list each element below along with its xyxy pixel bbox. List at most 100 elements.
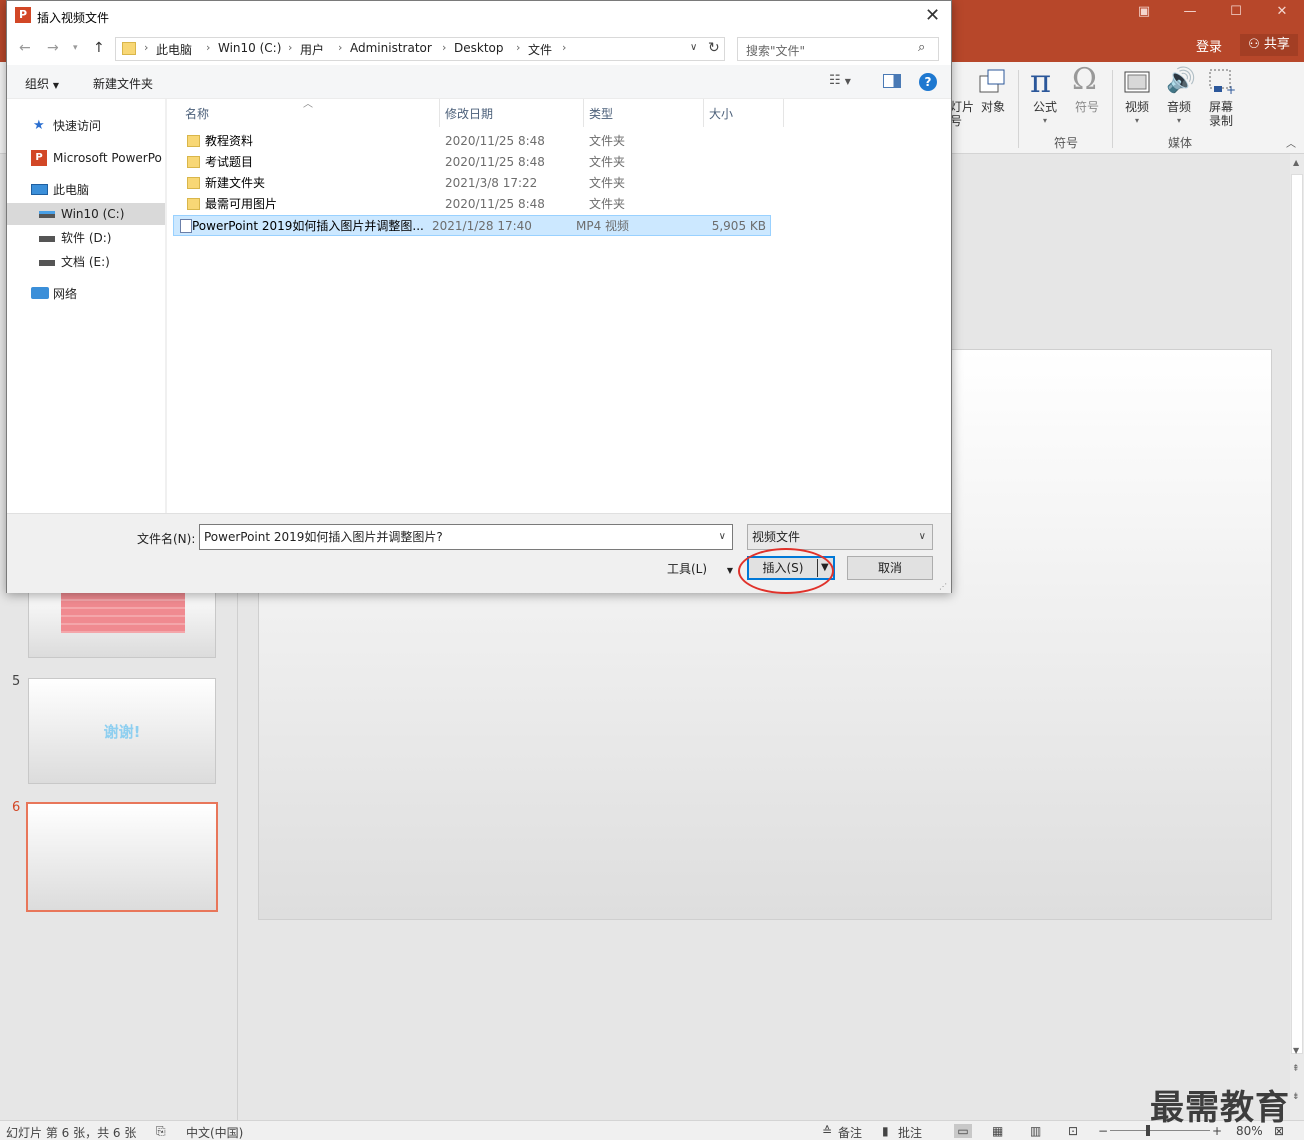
zoom-out-icon[interactable]: −: [1098, 1124, 1108, 1138]
search-icon[interactable]: ⌕: [918, 40, 925, 55]
folder-icon: [187, 198, 200, 210]
column-divider[interactable]: [583, 99, 584, 127]
column-header-name[interactable]: 名称: [185, 105, 209, 122]
breadcrumb-this-pc[interactable]: 此电脑: [156, 41, 192, 58]
notes-button[interactable]: 备注: [838, 1124, 862, 1140]
organize-label: 组织: [25, 77, 50, 91]
tools-menu-button[interactable]: 工具(L) ▼: [667, 560, 733, 577]
ribbon-display-options-icon[interactable]: ▣: [1124, 4, 1164, 19]
search-input[interactable]: 搜索"文件": [746, 42, 805, 59]
equation-button[interactable]: 公式: [1028, 100, 1062, 114]
scrollbar-thumb[interactable]: [1291, 174, 1303, 1054]
login-link[interactable]: 登录: [1196, 36, 1222, 55]
dialog-title: 插入视频文件: [37, 11, 110, 25]
zoom-slider[interactable]: [1110, 1130, 1210, 1131]
filename-input[interactable]: PowerPoint 2019如何插入图片并调整图片? ∨: [199, 524, 733, 550]
file-row-folder[interactable]: 考试题目 2020/11/25 8:48 文件夹: [181, 152, 779, 173]
slideshow-icon[interactable]: ⊡: [1068, 1124, 1078, 1138]
cancel-button[interactable]: 取消: [847, 556, 933, 580]
file-row-folder[interactable]: 最需可用图片 2020/11/25 8:48 文件夹: [181, 194, 779, 215]
column-divider[interactable]: [703, 99, 704, 127]
share-button[interactable]: ⚇ 共享: [1240, 34, 1298, 56]
search-box[interactable]: 搜索"文件" ⌕: [737, 37, 939, 61]
organize-button[interactable]: 组织 ▼: [25, 75, 59, 92]
scroll-down-icon[interactable]: ▼: [1293, 1046, 1299, 1055]
folder-icon: [187, 177, 200, 189]
column-divider[interactable]: [439, 99, 440, 127]
svg-text:+: +: [1226, 83, 1236, 96]
nav-item-drive-d[interactable]: 软件 (D:): [7, 227, 165, 249]
breadcrumb-separator-icon: ›: [442, 41, 447, 54]
slide-number-button[interactable]: 灯片 号: [950, 100, 974, 128]
file-row-folder[interactable]: 教程资料 2020/11/25 8:48 文件夹: [181, 131, 779, 152]
new-folder-button[interactable]: 新建文件夹: [93, 75, 153, 92]
filetype-select[interactable]: 视频文件 ∨: [747, 524, 933, 550]
nav-item-quick-access[interactable]: ★ 快速访问: [7, 115, 165, 137]
breadcrumb-files[interactable]: 文件: [528, 41, 552, 58]
breadcrumb-desktop[interactable]: Desktop: [454, 41, 504, 55]
normal-view-icon[interactable]: ▭: [954, 1124, 972, 1138]
close-icon[interactable]: ✕: [925, 5, 940, 26]
spellcheck-icon[interactable]: ⎘: [156, 1124, 166, 1139]
breadcrumb-users[interactable]: 用户: [300, 41, 324, 58]
resize-grip-icon[interactable]: ⋰: [939, 582, 947, 591]
breadcrumb-drive-c[interactable]: Win10 (C:): [218, 41, 281, 55]
column-header-date[interactable]: 修改日期: [445, 105, 493, 122]
language-status[interactable]: 中文(中国): [186, 1124, 243, 1140]
close-window-icon[interactable]: ✕: [1262, 4, 1302, 19]
nav-item-powerpoint[interactable]: P Microsoft PowerPo: [7, 147, 165, 169]
filename-dropdown-icon[interactable]: ∨: [719, 525, 726, 549]
symbol-button[interactable]: 符号: [1070, 100, 1104, 114]
breadcrumb-separator-icon: ›: [288, 41, 293, 54]
object-button[interactable]: 对象: [976, 100, 1010, 114]
omega-symbol-icon: Ω: [1072, 62, 1097, 97]
column-header-type[interactable]: 类型: [589, 105, 613, 122]
preview-pane-icon[interactable]: [883, 74, 901, 88]
slide-sorter-icon[interactable]: ▦: [992, 1124, 1003, 1138]
vertical-scrollbar[interactable]: ▲ ▼ ⇞ ⇟: [1290, 154, 1304, 1120]
file-name: PowerPoint 2019如何插入图片并调整图...: [192, 219, 424, 233]
folder-icon: [122, 42, 136, 55]
screen-recording-button[interactable]: 屏幕 录制: [1204, 100, 1238, 128]
comments-button[interactable]: 批注: [898, 1124, 922, 1140]
file-row-folder[interactable]: 新建文件夹 2021/3/8 17:22 文件夹: [181, 173, 779, 194]
maximize-icon[interactable]: ☐: [1216, 4, 1256, 19]
breadcrumb-administrator[interactable]: Administrator: [350, 41, 432, 55]
back-arrow-icon[interactable]: ←: [19, 40, 31, 56]
file-type: 文件夹: [589, 134, 626, 148]
slide-thumbnail-6-selected[interactable]: [26, 802, 218, 912]
nav-item-this-pc[interactable]: 此电脑: [7, 179, 165, 201]
reading-view-icon[interactable]: ▥: [1030, 1124, 1041, 1138]
slide-thank-you-text: 谢谢!: [103, 723, 141, 741]
nav-label: 软件 (D:): [61, 231, 112, 245]
address-dropdown-icon[interactable]: ∨: [690, 42, 697, 53]
audio-button[interactable]: 音频: [1162, 100, 1196, 114]
folder-icon: [187, 156, 200, 168]
slide-thumbnail-5[interactable]: 谢谢!: [28, 678, 216, 784]
nav-item-drive-e[interactable]: 文档 (E:): [7, 251, 165, 273]
file-type: 文件夹: [589, 155, 626, 169]
video-button[interactable]: 视频: [1120, 100, 1154, 114]
next-slide-icon[interactable]: ⇟: [1292, 1092, 1300, 1102]
view-options-icon[interactable]: ☷ ▼: [829, 73, 851, 88]
column-divider[interactable]: [783, 99, 784, 127]
address-bar[interactable]: › 此电脑 › Win10 (C:) › 用户 › Administrator …: [115, 37, 725, 61]
collapse-ribbon-icon[interactable]: ︿: [1284, 138, 1298, 152]
help-icon[interactable]: ?: [919, 73, 937, 91]
file-list: ︿ 名称 修改日期 类型 大小 教程资料 2020/11/25 8:48 文件夹…: [167, 99, 951, 513]
column-header-size[interactable]: 大小: [709, 105, 733, 122]
up-arrow-icon[interactable]: ↑: [93, 40, 105, 56]
nav-item-network[interactable]: 网络: [7, 283, 165, 305]
file-row-video-selected[interactable]: PowerPoint 2019如何插入图片并调整图... 2021/1/28 1…: [173, 215, 771, 236]
refresh-icon[interactable]: ↻: [708, 40, 720, 56]
insert-video-dialog: P 插入视频文件 ✕ ← → ▾ ↑ › 此电脑 › Win10 (C:) › …: [6, 0, 952, 593]
filetype-value: 视频文件: [752, 530, 801, 544]
previous-slide-icon[interactable]: ⇞: [1292, 1064, 1300, 1074]
nav-item-drive-c[interactable]: Win10 (C:): [7, 203, 165, 225]
recent-locations-chevron-icon[interactable]: ▾: [73, 43, 78, 53]
slide-thumbnail-4[interactable]: [28, 584, 216, 658]
network-icon: [31, 287, 49, 299]
scroll-up-icon[interactable]: ▲: [1293, 158, 1299, 167]
forward-arrow-icon[interactable]: →: [47, 40, 59, 56]
minimize-icon[interactable]: —: [1170, 4, 1210, 19]
